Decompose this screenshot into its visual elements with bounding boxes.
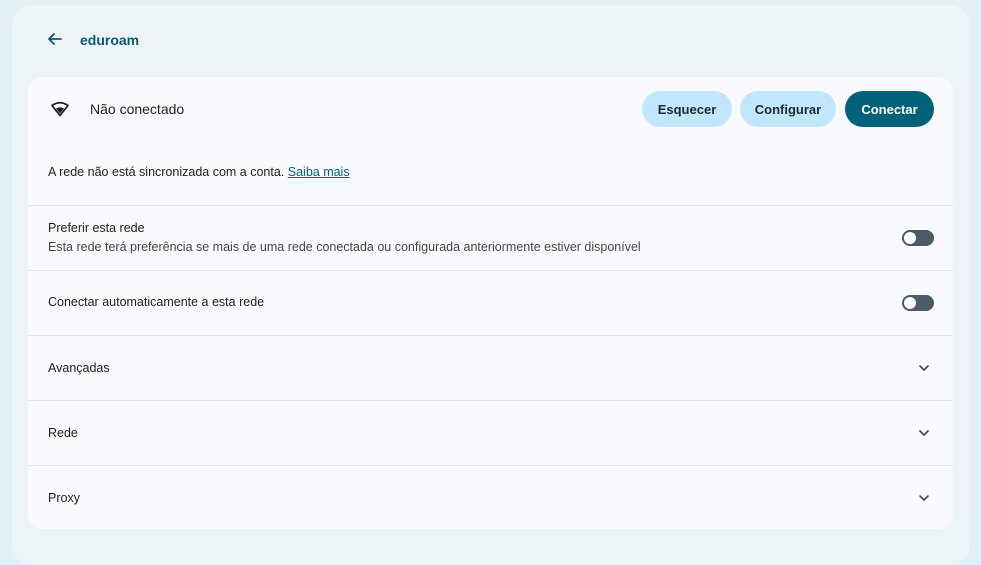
section-label: Rede xyxy=(48,426,78,440)
prefer-network-label: Preferir esta rede xyxy=(48,221,145,235)
prefer-network-description: Esta rede terá preferência se mais de um… xyxy=(48,240,641,254)
section-proxy[interactable]: Proxy xyxy=(28,465,953,529)
network-details-card: Não conectado Esquecer Configurar Conect… xyxy=(28,77,953,529)
connection-status-row: Não conectado Esquecer Configurar Conect… xyxy=(28,77,953,141)
chevron-down-icon xyxy=(917,426,931,440)
autoconnect-label: Conectar automaticamente a esta rede xyxy=(48,295,265,309)
settings-panel: eduroam Não conectado Esquecer Configura… xyxy=(12,5,970,565)
autoconnect-toggle[interactable] xyxy=(902,295,934,311)
prefer-network-row: Preferir esta rede Esta rede terá prefer… xyxy=(28,205,953,270)
autoconnect-row: Conectar automaticamente a esta rede xyxy=(28,270,953,335)
learn-more-link[interactable]: Saiba mais xyxy=(288,165,350,179)
section-network[interactable]: Rede xyxy=(28,400,953,465)
configure-button[interactable]: Configurar xyxy=(740,91,836,127)
connect-button[interactable]: Conectar xyxy=(845,91,934,127)
section-label: Proxy xyxy=(48,491,80,505)
section-advanced[interactable]: Avançadas xyxy=(28,335,953,400)
toggle-knob xyxy=(904,297,916,309)
page-header: eduroam xyxy=(12,5,970,77)
section-label: Avançadas xyxy=(48,361,110,375)
toggle-knob xyxy=(904,232,916,244)
connection-status: Não conectado xyxy=(90,101,185,117)
back-button[interactable] xyxy=(40,27,68,55)
arrow-back-icon xyxy=(46,31,62,52)
sync-notice-text: A rede não está sincronizada com a conta… xyxy=(48,165,285,179)
prefer-network-toggle[interactable] xyxy=(902,230,934,246)
forget-button[interactable]: Esquecer xyxy=(642,91,732,127)
chevron-down-icon xyxy=(917,361,931,375)
sync-notice: A rede não está sincronizada com a conta… xyxy=(48,165,350,179)
page-title: eduroam xyxy=(80,32,140,48)
wifi-icon xyxy=(50,99,70,119)
chevron-down-icon xyxy=(917,491,931,505)
